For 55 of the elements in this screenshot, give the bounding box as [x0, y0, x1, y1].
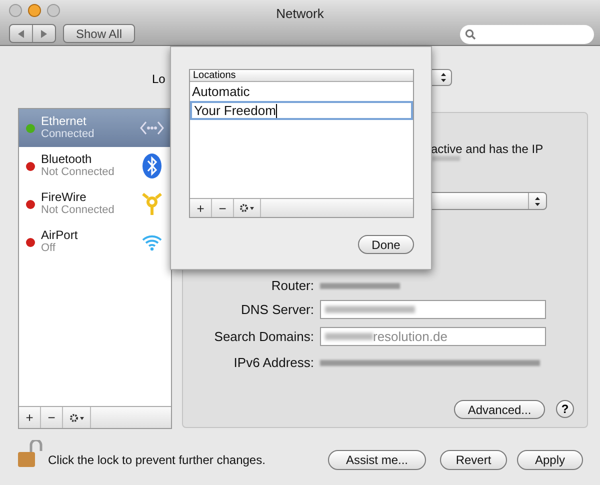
back-forward-control[interactable] — [9, 24, 56, 43]
field-label: Router: — [270, 277, 315, 295]
service-status: Off — [41, 242, 56, 255]
blurred-value — [432, 156, 460, 161]
service-status: Not Connected — [41, 204, 116, 217]
input-field[interactable] — [320, 300, 546, 320]
service-item[interactable]: Bluetooth Not Connected — [19, 147, 171, 185]
list-button[interactable]: − — [212, 199, 234, 217]
gear-icon — [68, 412, 84, 422]
window-title: Network — [275, 5, 325, 23]
push-button[interactable]: Apply — [517, 450, 583, 470]
list-button[interactable]: − — [41, 407, 63, 428]
back-icon — [16, 28, 26, 38]
service-status: Not Connected — [41, 166, 116, 179]
location-item[interactable]: Automatic — [190, 82, 413, 101]
service-name: Ethernet — [41, 115, 88, 128]
column-header: Locations — [190, 70, 413, 82]
advanced-button[interactable]: Advanced... — [454, 400, 545, 419]
firewire-icon — [141, 191, 163, 217]
service-item[interactable]: AirPort Off — [19, 223, 171, 261]
location-label: Lo — [152, 71, 166, 88]
gear-icon — [239, 203, 255, 213]
ethernet-icon — [140, 121, 164, 135]
field-label: Search Domains: — [213, 328, 315, 346]
stepper-arrows-icon — [534, 196, 541, 206]
lock-message: Click the lock to prevent further changes. — [48, 452, 266, 469]
blurred-value — [325, 333, 373, 340]
service-name: Bluetooth — [41, 153, 93, 166]
unlocked-padlock-icon[interactable] — [17, 440, 43, 468]
status-text: active and has the IP — [431, 141, 544, 158]
search-icon — [465, 29, 476, 40]
window-button[interactable] — [28, 4, 41, 17]
stepper-arrows-icon — [440, 72, 447, 83]
show-all-button[interactable]: Show All — [63, 24, 135, 43]
push-button[interactable]: Revert — [440, 450, 507, 470]
text-cursor — [276, 104, 277, 118]
field-label: IPv6 Address: — [232, 354, 315, 372]
window-button[interactable] — [9, 4, 22, 17]
forward-icon — [39, 28, 49, 38]
wifi-icon — [141, 233, 163, 251]
service-status: Connected — [41, 128, 96, 141]
field-value: resolution.de — [373, 328, 448, 346]
push-button[interactable]: Assist me... — [328, 450, 426, 470]
bluetooth-icon — [142, 153, 162, 179]
input-field[interactable]: resolution.de — [320, 327, 546, 346]
window-button[interactable] — [47, 4, 60, 17]
done-button[interactable]: Done — [358, 235, 414, 254]
search-field[interactable] — [460, 25, 594, 44]
list-button[interactable]: + — [190, 199, 212, 217]
list-button[interactable]: + — [19, 407, 41, 428]
service-name: AirPort — [41, 229, 79, 242]
location-item[interactable]: Your Freedom — [190, 101, 413, 120]
service-name: FireWire — [41, 191, 88, 204]
service-item[interactable]: FireWire Not Connected — [19, 185, 171, 223]
field-label: DNS Server: — [240, 301, 315, 319]
